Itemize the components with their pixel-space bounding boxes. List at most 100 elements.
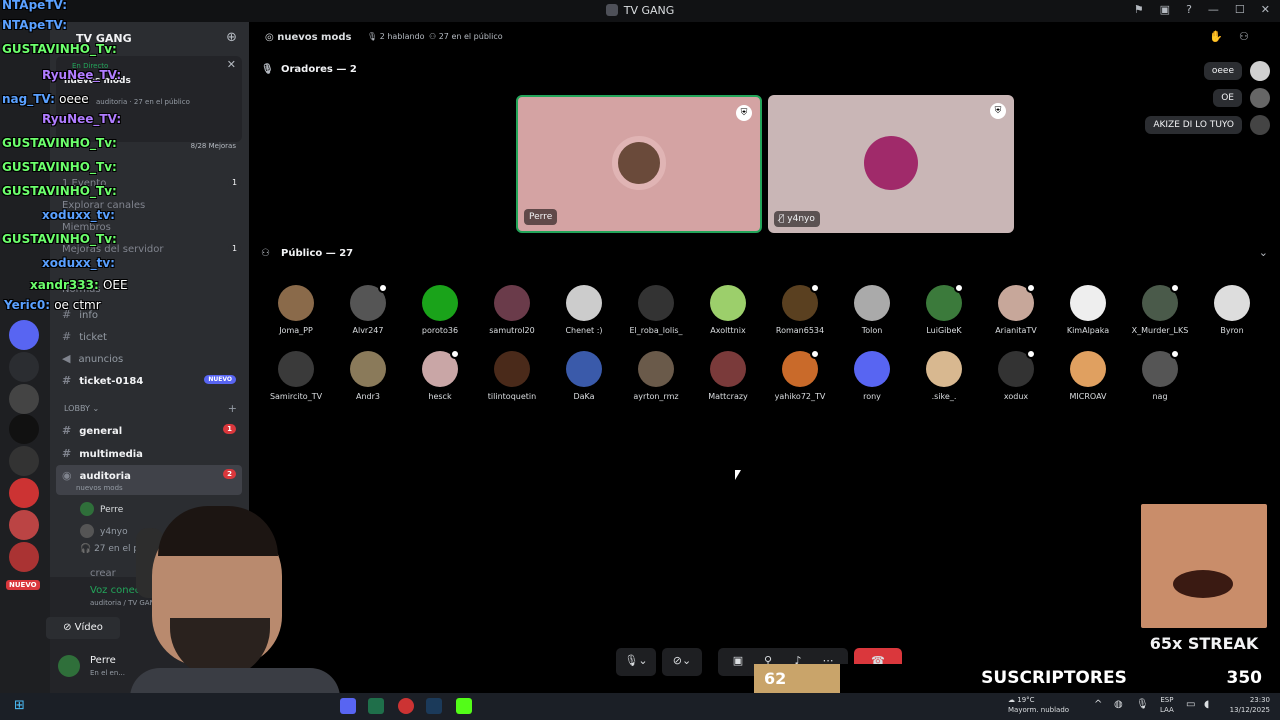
video-button[interactable]: ⊘ Vídeo [46,617,120,639]
avatar [782,349,820,387]
audience-member-name: Joma_PP [279,326,313,335]
avatar [494,285,530,321]
audience-member[interactable]: tilintoquetin [476,351,548,401]
audience-member[interactable]: Alvr247 [332,283,404,335]
audience-member[interactable]: poroto36 [404,285,476,335]
audience-member[interactable]: ArianitaTV [980,283,1052,335]
audience-member-name: Axolttnix [710,326,746,335]
kick-icon[interactable] [456,698,472,714]
audience-member[interactable]: X_Murder_LKS [1124,283,1196,335]
inbox-icon[interactable]: ⚑ [1134,3,1144,16]
weather-widget[interactable]: ☁ 19°C Mayorm. nublado [1008,695,1069,715]
new-badge: NUEVO [6,580,40,590]
discord-icon[interactable] [340,698,356,714]
audience-member[interactable]: El_roba_lolis_ [620,285,692,335]
steam-icon[interactable] [426,698,442,714]
voice-member[interactable]: Perre [80,502,123,516]
close-icon[interactable]: ✕ [227,58,236,71]
tray-arrow-icon[interactable]: ^ [1094,699,1102,710]
server-icon[interactable] [9,414,39,444]
audience-member[interactable]: Byron [1196,285,1268,335]
volume-icon[interactable]: ◖ [1204,699,1209,710]
audience-member-name: ayrton_rmz [633,392,679,401]
close-button[interactable]: ✕ [1261,3,1270,16]
add-channel-icon[interactable]: + [228,402,237,415]
server-icon[interactable] [9,320,39,350]
screen-icon[interactable]: ▣ [1160,3,1170,16]
audience-member[interactable]: hesck [404,349,476,401]
mic-toggle-button[interactable]: 🎙⌄ [616,648,656,676]
app-icon[interactable] [368,698,384,714]
audience-member[interactable]: yahiko72_TV [764,349,836,401]
mic-icon: 🎙 [261,64,274,75]
mic-icon[interactable]: 🎙 [1136,699,1149,710]
audience-member[interactable]: Tolon [836,285,908,335]
channel-auditoria[interactable]: ◉ auditoria 2 nuevos mods [56,465,242,495]
audience-member[interactable]: Roman6534 [764,283,836,335]
server-icon[interactable] [9,352,39,382]
channel-multimedia[interactable]: # multimedia [56,443,242,463]
avatar [1250,88,1270,108]
chat-message: xandr333: OEE [30,278,128,292]
chat-message: xoduxx_tv: [42,256,115,270]
audience-member[interactable]: MICROAV [1052,351,1124,401]
invite-icon[interactable]: ⚇ [1239,30,1249,43]
speaker-tile[interactable]: ⛨ Perre [516,95,762,233]
network-icon[interactable]: ▭ [1186,699,1195,710]
audience-member[interactable]: nag [1124,349,1196,401]
audience-member[interactable]: rony [836,351,908,401]
speaking-count: 2 hablando [379,32,425,41]
audience-member[interactable]: samutrol20 [476,285,548,335]
chat-username: NTApeTV: [2,18,68,32]
channel-ticket-0184[interactable]: # ticket-0184 NUEVO [56,370,242,390]
language-indicator[interactable]: ESP LAA [1160,695,1174,715]
audience-member-name: Tolon [861,326,883,335]
server-icon[interactable] [9,510,39,540]
raise-hand-icon[interactable]: ✋ [1209,30,1223,43]
chat-bubble: OE [1213,89,1242,107]
avatar[interactable] [58,655,80,677]
audience-member[interactable]: ayrton_rmz [620,351,692,401]
maximize-button[interactable]: ☐ [1235,3,1245,16]
category-lobby[interactable]: LOBBY ⌄ [64,404,99,413]
windows-start-icon[interactable]: ⊞ [14,699,28,713]
clock[interactable]: 23:30 13/12/2025 [1226,695,1270,715]
moderator-icon [450,349,460,359]
minimize-button[interactable]: — [1208,3,1219,16]
avatar [926,351,962,387]
audience-member[interactable]: Andr3 [332,351,404,401]
channel-general[interactable]: # general 1 [56,420,242,440]
avatar [350,351,386,387]
channel-ticket[interactable]: # ticket [56,326,242,346]
audience-member-name: LuiGibeK [926,326,962,335]
audience-member-name: hesck [428,392,452,401]
avatar [638,285,674,321]
speaker-tile[interactable]: ⛨ 🎙̸ y4nyo [768,95,1014,233]
audience-member[interactable]: KimAlpaka [1052,285,1124,335]
avatar [1214,285,1250,321]
collapse-icon[interactable]: ⌄ [1259,246,1268,259]
help-icon[interactable]: ? [1186,3,1192,16]
audience-member[interactable]: DaKa [548,351,620,401]
server-icon[interactable] [9,542,39,572]
audience-member-name: Andr3 [356,392,380,401]
voice-member[interactable]: y4nyo [80,524,128,538]
server-icon[interactable] [9,478,39,508]
invite-icon[interactable]: ⊕ [226,30,237,45]
server-icon[interactable] [9,384,39,414]
chat-username: nag_TV: [2,92,55,106]
audience-member[interactable]: Mattcrazy [692,351,764,401]
server-icon[interactable] [9,446,39,476]
speakers-header: 🎙 Oradores — 2 [261,64,357,75]
audience-member[interactable]: .sike_. [908,351,980,401]
app-icon[interactable] [398,698,414,714]
audience-member[interactable]: Joma_PP [260,285,332,335]
tray-icon[interactable]: ◍ [1114,699,1123,710]
audience-member[interactable]: Samircito_TV [260,351,332,401]
audience-member[interactable]: xodux [980,349,1052,401]
audience-member[interactable]: LuiGibeK [908,283,980,335]
audience-member[interactable]: Axolttnix [692,285,764,335]
camera-toggle-button[interactable]: ⊘⌄ [662,648,702,676]
audience-member[interactable]: Chenet :) [548,285,620,335]
channel-anuncios[interactable]: ◀ anuncios [56,348,242,368]
